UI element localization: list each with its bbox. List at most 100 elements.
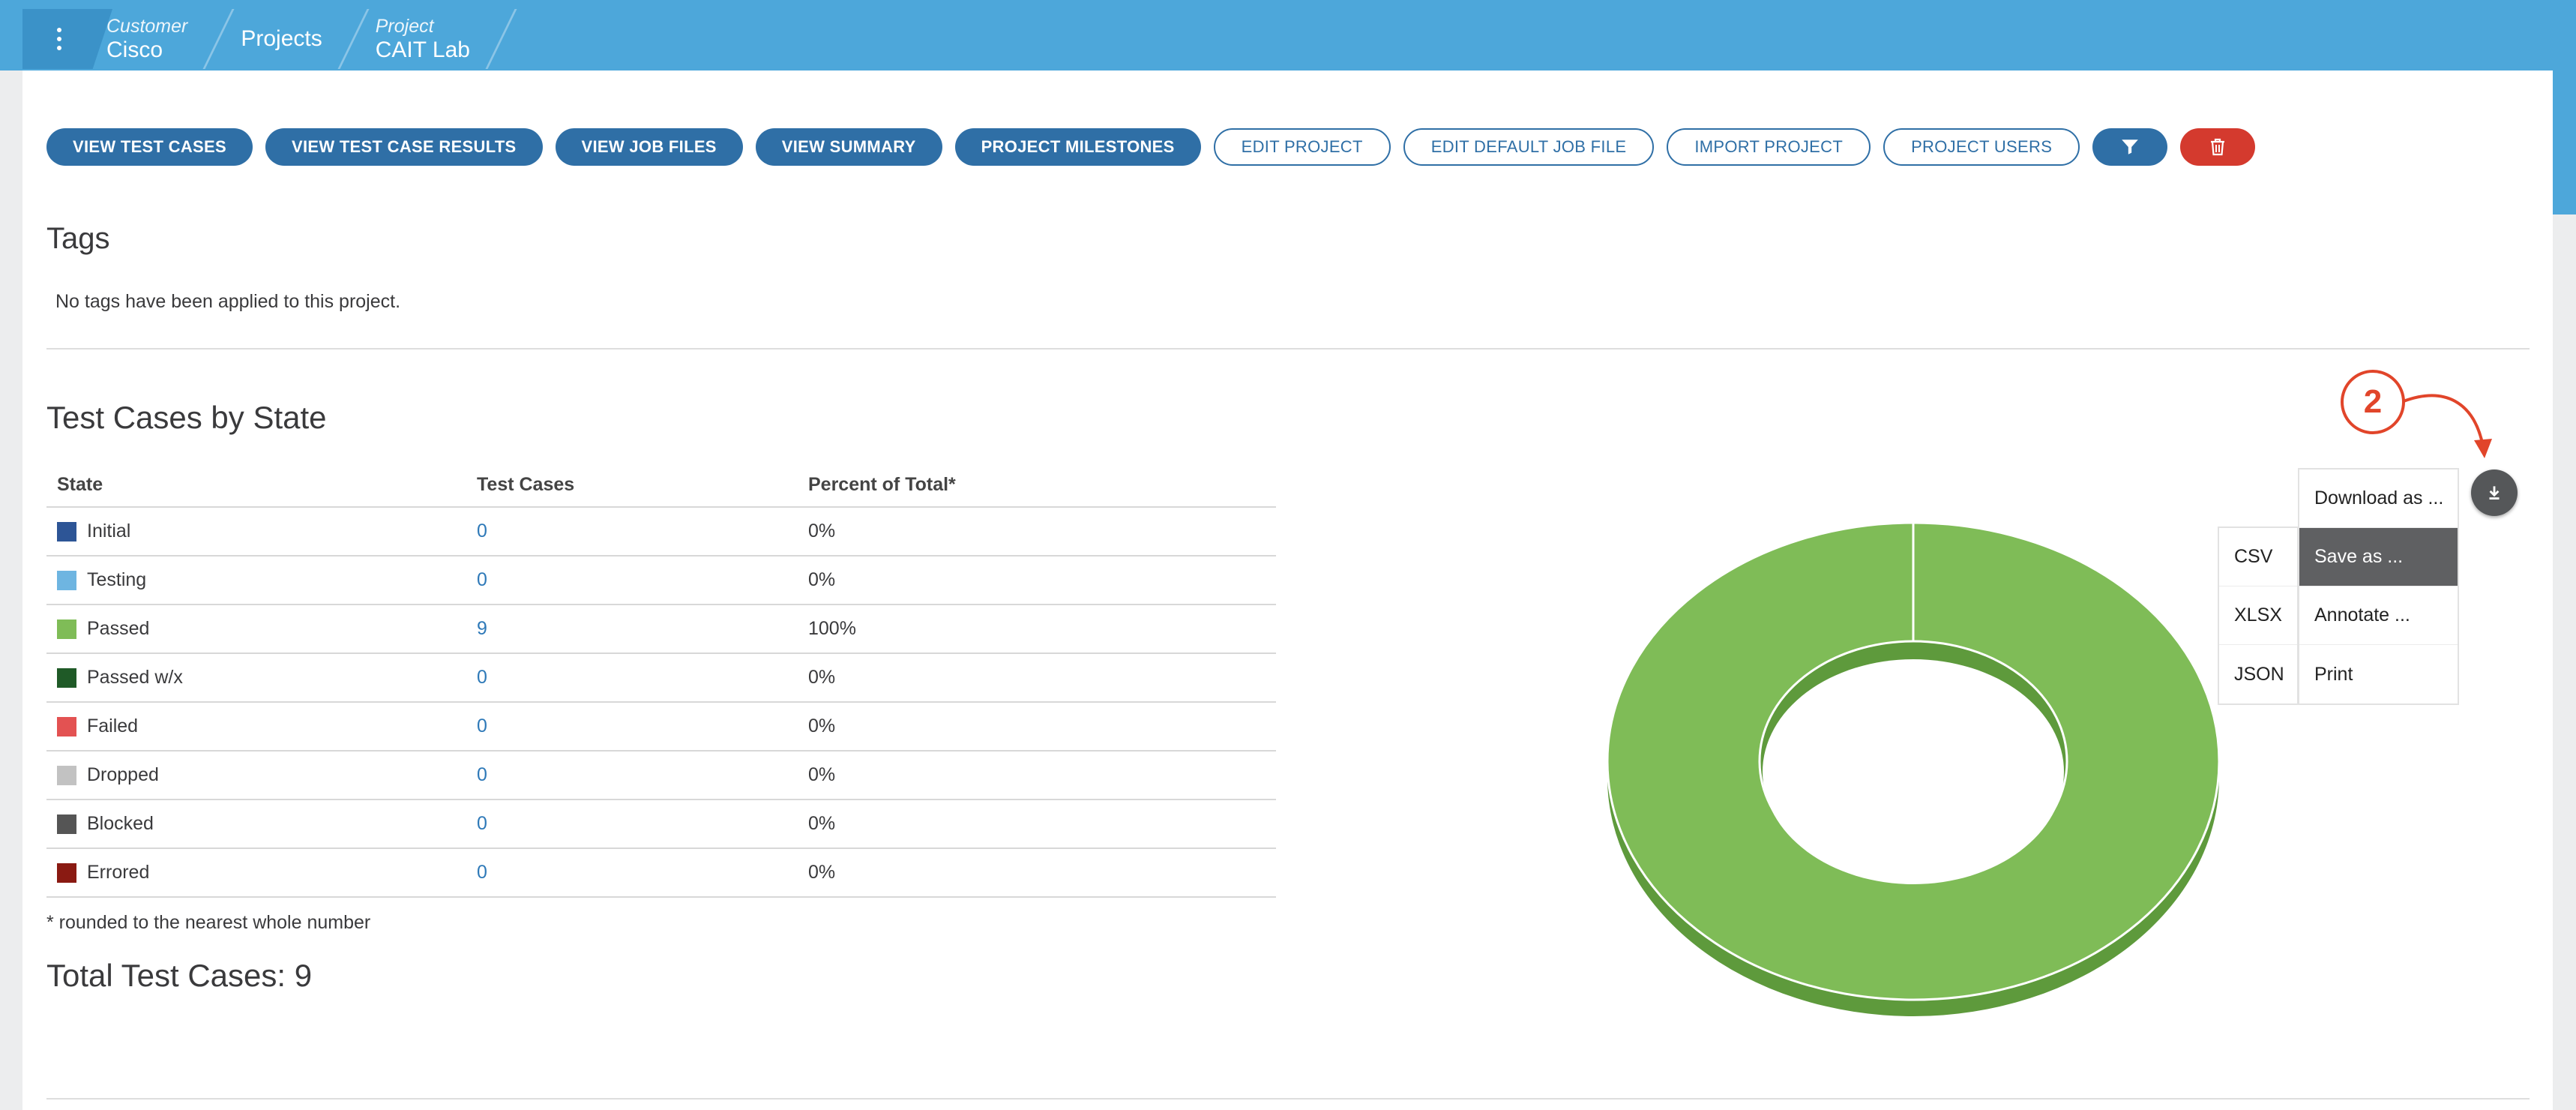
project-users-button[interactable]: PROJECT USERS bbox=[1883, 128, 2080, 166]
top-bar-edge bbox=[2553, 70, 2576, 214]
section-divider bbox=[46, 1098, 2530, 1100]
state-cell: Dropped bbox=[46, 751, 466, 800]
filter-button[interactable] bbox=[2092, 128, 2168, 166]
table-header-row: State Test Cases Percent of Total* bbox=[46, 464, 1276, 508]
state-cell: Passed w/x bbox=[46, 653, 466, 703]
column-header-test-cases: Test Cases bbox=[466, 464, 798, 508]
state-cell: Blocked bbox=[46, 800, 466, 849]
state-color-swatch bbox=[57, 620, 76, 640]
annotation-arrow-icon bbox=[2403, 394, 2492, 458]
state-label: Failed bbox=[87, 716, 139, 736]
percent-cell: 0% bbox=[798, 702, 1276, 752]
menu-item-save-as[interactable]: Save as ... bbox=[2299, 528, 2458, 586]
test-case-count-link[interactable]: 0 bbox=[477, 569, 487, 590]
table-row: Errored 0 0% bbox=[46, 848, 1276, 898]
tags-heading: Tags bbox=[46, 222, 110, 255]
percent-cell: 0% bbox=[798, 751, 1276, 800]
count-cell: 0 bbox=[466, 751, 798, 800]
table-row: Passed 9 100% bbox=[46, 604, 1276, 654]
state-label: Testing bbox=[87, 569, 147, 590]
state-donut-chart bbox=[1606, 521, 2221, 1016]
state-cell: Testing bbox=[46, 556, 466, 605]
edit-default-job-file-button[interactable]: EDIT DEFAULT JOB FILE bbox=[1403, 128, 1655, 166]
state-label: Blocked bbox=[87, 813, 154, 834]
count-cell: 0 bbox=[466, 848, 798, 898]
breadcrumb-projects[interactable]: Projects bbox=[241, 9, 352, 69]
table-row: Failed 0 0% bbox=[46, 702, 1276, 752]
breadcrumb-project[interactable]: Project CAIT Lab bbox=[376, 9, 500, 69]
count-cell: 0 bbox=[466, 702, 798, 752]
test-case-count-link[interactable]: 0 bbox=[477, 667, 487, 688]
test-case-count-link[interactable]: 9 bbox=[477, 618, 487, 639]
state-label: Passed w/x bbox=[87, 667, 183, 688]
filter-icon bbox=[2122, 140, 2139, 154]
tags-empty-text: No tags have been applied to this projec… bbox=[55, 291, 401, 312]
percent-cell: 0% bbox=[798, 800, 1276, 849]
view-test-cases-button[interactable]: VIEW TEST CASES bbox=[46, 128, 253, 166]
chart-download-button[interactable] bbox=[2471, 470, 2518, 516]
state-label: Initial bbox=[87, 520, 131, 542]
submenu-item-csv[interactable]: CSV bbox=[2219, 528, 2297, 586]
menu-item-print[interactable]: Print bbox=[2299, 645, 2458, 704]
project-milestones-button[interactable]: PROJECT MILESTONES bbox=[954, 128, 1201, 166]
test-case-count-link[interactable]: 0 bbox=[477, 716, 487, 736]
percent-cell: 0% bbox=[798, 507, 1276, 556]
state-label: Errored bbox=[87, 862, 150, 883]
state-cell: Initial bbox=[46, 507, 466, 556]
save-as-submenu: CSV XLSX JSON bbox=[2218, 526, 2299, 705]
breadcrumb-customer-value: Cisco bbox=[106, 38, 163, 62]
state-label: Dropped bbox=[87, 764, 159, 785]
state-color-swatch bbox=[57, 571, 76, 591]
percent-cell: 0% bbox=[798, 653, 1276, 703]
import-project-button[interactable]: IMPORT PROJECT bbox=[1667, 128, 1871, 166]
breadcrumb-customer[interactable]: Customer Cisco bbox=[106, 9, 217, 69]
count-cell: 9 bbox=[466, 604, 798, 654]
table-row: Blocked 0 0% bbox=[46, 800, 1276, 849]
test-case-count-link[interactable]: 0 bbox=[477, 764, 487, 785]
submenu-item-xlsx[interactable]: XLSX bbox=[2219, 586, 2297, 645]
state-cell: Failed bbox=[46, 702, 466, 752]
menu-item-download-as[interactable]: Download as ... bbox=[2299, 470, 2458, 528]
rounding-footnote: * rounded to the nearest whole number bbox=[46, 912, 371, 933]
view-job-files-button[interactable]: VIEW JOB FILES bbox=[555, 128, 743, 166]
project-toolbar: VIEW TEST CASES VIEW TEST CASE RESULTS V… bbox=[46, 128, 2256, 166]
donut-hole bbox=[1758, 640, 2068, 884]
state-color-swatch bbox=[57, 522, 76, 542]
kebab-menu-icon bbox=[57, 28, 61, 50]
breadcrumb-project-value: CAIT Lab bbox=[375, 38, 470, 62]
annotation-marker: 2 bbox=[2341, 370, 2405, 434]
count-cell: 0 bbox=[466, 653, 798, 703]
test-cases-by-state-heading: Test Cases by State bbox=[46, 400, 327, 435]
main-menu-button[interactable] bbox=[22, 9, 112, 69]
count-cell: 0 bbox=[466, 800, 798, 849]
table-row: Initial 0 0% bbox=[46, 507, 1276, 556]
trash-icon bbox=[2211, 138, 2225, 156]
state-color-swatch bbox=[57, 766, 76, 786]
table-row: Passed w/x 0 0% bbox=[46, 653, 1276, 703]
state-table: State Test Cases Percent of Total* Initi… bbox=[46, 464, 1276, 898]
state-cell: Passed bbox=[46, 604, 466, 654]
state-color-swatch bbox=[57, 668, 76, 688]
state-color-swatch bbox=[57, 814, 76, 835]
state-color-swatch bbox=[57, 717, 76, 737]
breadcrumb-customer-label: Customer bbox=[106, 16, 188, 37]
count-cell: 0 bbox=[466, 556, 798, 605]
state-label: Passed bbox=[87, 618, 150, 639]
test-case-count-link[interactable]: 0 bbox=[477, 862, 487, 883]
test-case-count-link[interactable]: 0 bbox=[477, 520, 487, 542]
state-color-swatch bbox=[57, 863, 76, 884]
breadcrumb: Customer Cisco Projects Project CAIT Lab bbox=[22, 9, 523, 69]
menu-item-annotate[interactable]: Annotate ... bbox=[2299, 586, 2458, 645]
table-row: Testing 0 0% bbox=[46, 556, 1276, 605]
download-icon bbox=[2489, 486, 2500, 500]
view-test-case-results-button[interactable]: VIEW TEST CASE RESULTS bbox=[265, 128, 543, 166]
edit-project-button[interactable]: EDIT PROJECT bbox=[1213, 128, 1391, 166]
section-divider bbox=[46, 348, 2530, 350]
submenu-item-json[interactable]: JSON bbox=[2219, 645, 2297, 704]
delete-project-button[interactable] bbox=[2180, 128, 2256, 166]
view-summary-button[interactable]: VIEW SUMMARY bbox=[755, 128, 942, 166]
test-case-count-link[interactable]: 0 bbox=[477, 813, 487, 834]
state-cell: Errored bbox=[46, 848, 466, 898]
table-row: Dropped 0 0% bbox=[46, 751, 1276, 800]
breadcrumb-project-label: Project bbox=[375, 16, 434, 37]
